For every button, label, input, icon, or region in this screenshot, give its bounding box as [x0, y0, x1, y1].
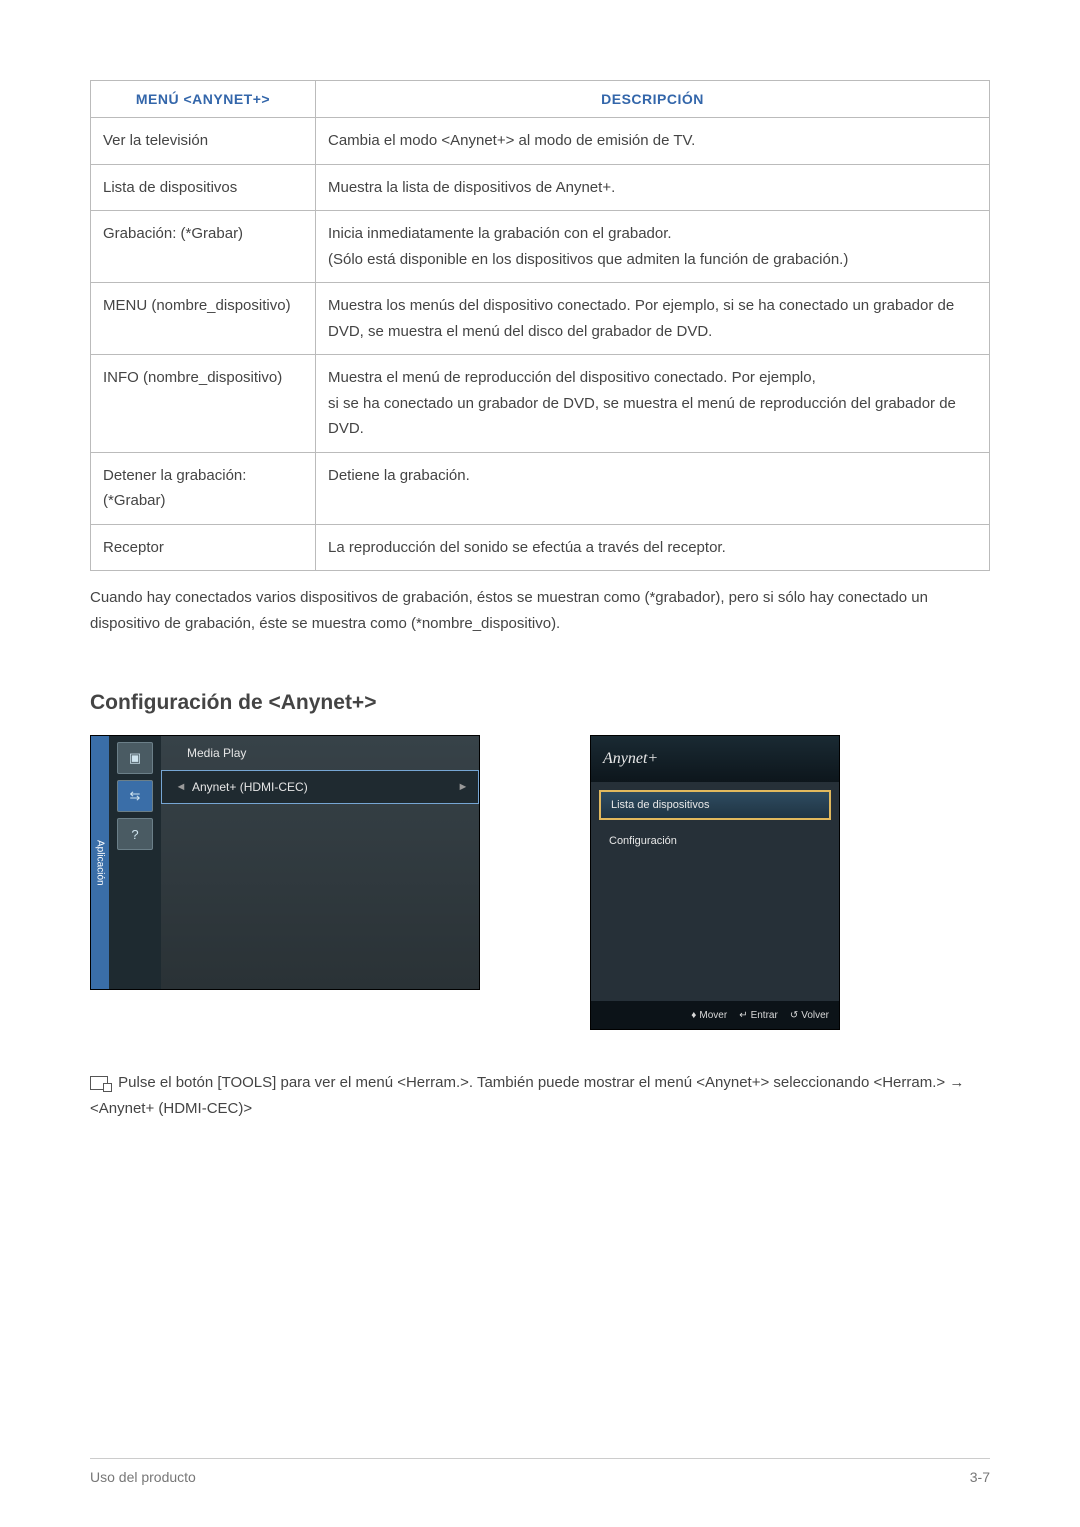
media-play-icon: ▣ [117, 742, 153, 774]
updown-icon: ♦ [691, 1010, 696, 1021]
anynet-menu-table: MENÚ <ANYNET+> DESCRIPCIÓN Ver la televi… [90, 80, 990, 571]
cell-menu: Detener la grabación: (*Grabar) [91, 452, 316, 524]
cell-desc: La reproducción del sonido se efectúa a … [316, 524, 990, 571]
cell-desc: Detiene la grabación. [316, 452, 990, 524]
menu-item-device-list: Lista de dispositivos [599, 790, 831, 820]
section-heading: Configuración de <Anynet+> [90, 691, 990, 715]
cell-desc: Muestra los menús del dispositivo conect… [316, 283, 990, 355]
anynet-logo: Anynet+ [591, 736, 839, 782]
table-row: Grabación: (*Grabar) Inicia inmediatamen… [91, 211, 990, 283]
menu-item-config: Configuración [599, 826, 831, 856]
table-row: Lista de dispositivos Muestra la lista d… [91, 164, 990, 211]
table-row: MENU (nombre_dispositivo) Muestra los me… [91, 283, 990, 355]
table-row: Ver la televisión Cambia el modo <Anynet… [91, 118, 990, 165]
enter-icon: ↵ [739, 1010, 747, 1021]
cell-menu: Receptor [91, 524, 316, 571]
sidebar-label: Aplicación [91, 736, 109, 989]
cell-desc: Muestra el menú de reproducción del disp… [316, 355, 990, 453]
cell-menu: INFO (nombre_dispositivo) [91, 355, 316, 453]
th-desc: DESCRIPCIÓN [316, 81, 990, 118]
help-icon: ? [117, 818, 153, 850]
th-menu: MENÚ <ANYNET+> [91, 81, 316, 118]
table-row: INFO (nombre_dispositivo) Muestra el men… [91, 355, 990, 453]
table-row: Receptor La reproducción del sonido se e… [91, 524, 990, 571]
footer-enter: ↵ Entrar [739, 1010, 778, 1021]
screenshot-app-menu: Aplicación ▣ ⇆ ? Media Play ◄ Anynet+ (H… [90, 735, 480, 990]
footer-right: 3-7 [970, 1469, 990, 1485]
cell-menu: Lista de dispositivos [91, 164, 316, 211]
sidebar-icons: ▣ ⇆ ? [109, 736, 161, 989]
tools-tip: Pulse el botón [TOOLS] para ver el menú … [90, 1070, 990, 1121]
tools-icon [90, 1076, 110, 1090]
menu-row-anynet: ◄ Anynet+ (HDMI-CEC) ► [161, 770, 479, 804]
menu-label: Anynet+ (HDMI-CEC) [188, 780, 456, 794]
cell-desc: Inicia inmediatamente la grabación con e… [316, 211, 990, 283]
page-footer: Uso del producto 3-7 [90, 1458, 990, 1485]
cell-menu: MENU (nombre_dispositivo) [91, 283, 316, 355]
return-icon: ↺ [790, 1010, 798, 1021]
screenshot-anynet-menu: Anynet+ Lista de dispositivos Configurac… [590, 735, 840, 1030]
menu-label: Media Play [187, 746, 246, 760]
screenshot-row: Aplicación ▣ ⇆ ? Media Play ◄ Anynet+ (H… [90, 735, 990, 1030]
anynet-icon: ⇆ [117, 780, 153, 812]
table-row: Detener la grabación: (*Grabar) Detiene … [91, 452, 990, 524]
anynet-body: Lista de dispositivos Configuración [591, 782, 839, 1001]
menu-content: Media Play ◄ Anynet+ (HDMI-CEC) ► [161, 736, 479, 989]
menu-row-media-play: Media Play [161, 736, 479, 770]
footer-left: Uso del producto [90, 1469, 196, 1485]
chevron-left-icon: ◄ [174, 781, 188, 793]
table-footnote: Cuando hay conectados varios dispositivo… [90, 585, 990, 636]
chevron-right-icon: ► [456, 781, 470, 793]
cell-menu: Ver la televisión [91, 118, 316, 165]
cell-desc: Cambia el modo <Anynet+> al modo de emis… [316, 118, 990, 165]
cell-menu: Grabación: (*Grabar) [91, 211, 316, 283]
cell-desc: Muestra la lista de dispositivos de Anyn… [316, 164, 990, 211]
footer-move: ♦ Mover [691, 1010, 727, 1021]
footer-return: ↺ Volver [790, 1010, 829, 1021]
anynet-footer: ♦ Mover ↵ Entrar ↺ Volver [591, 1001, 839, 1029]
tip-text: Pulse el botón [TOOLS] para ver el menú … [90, 1074, 964, 1117]
